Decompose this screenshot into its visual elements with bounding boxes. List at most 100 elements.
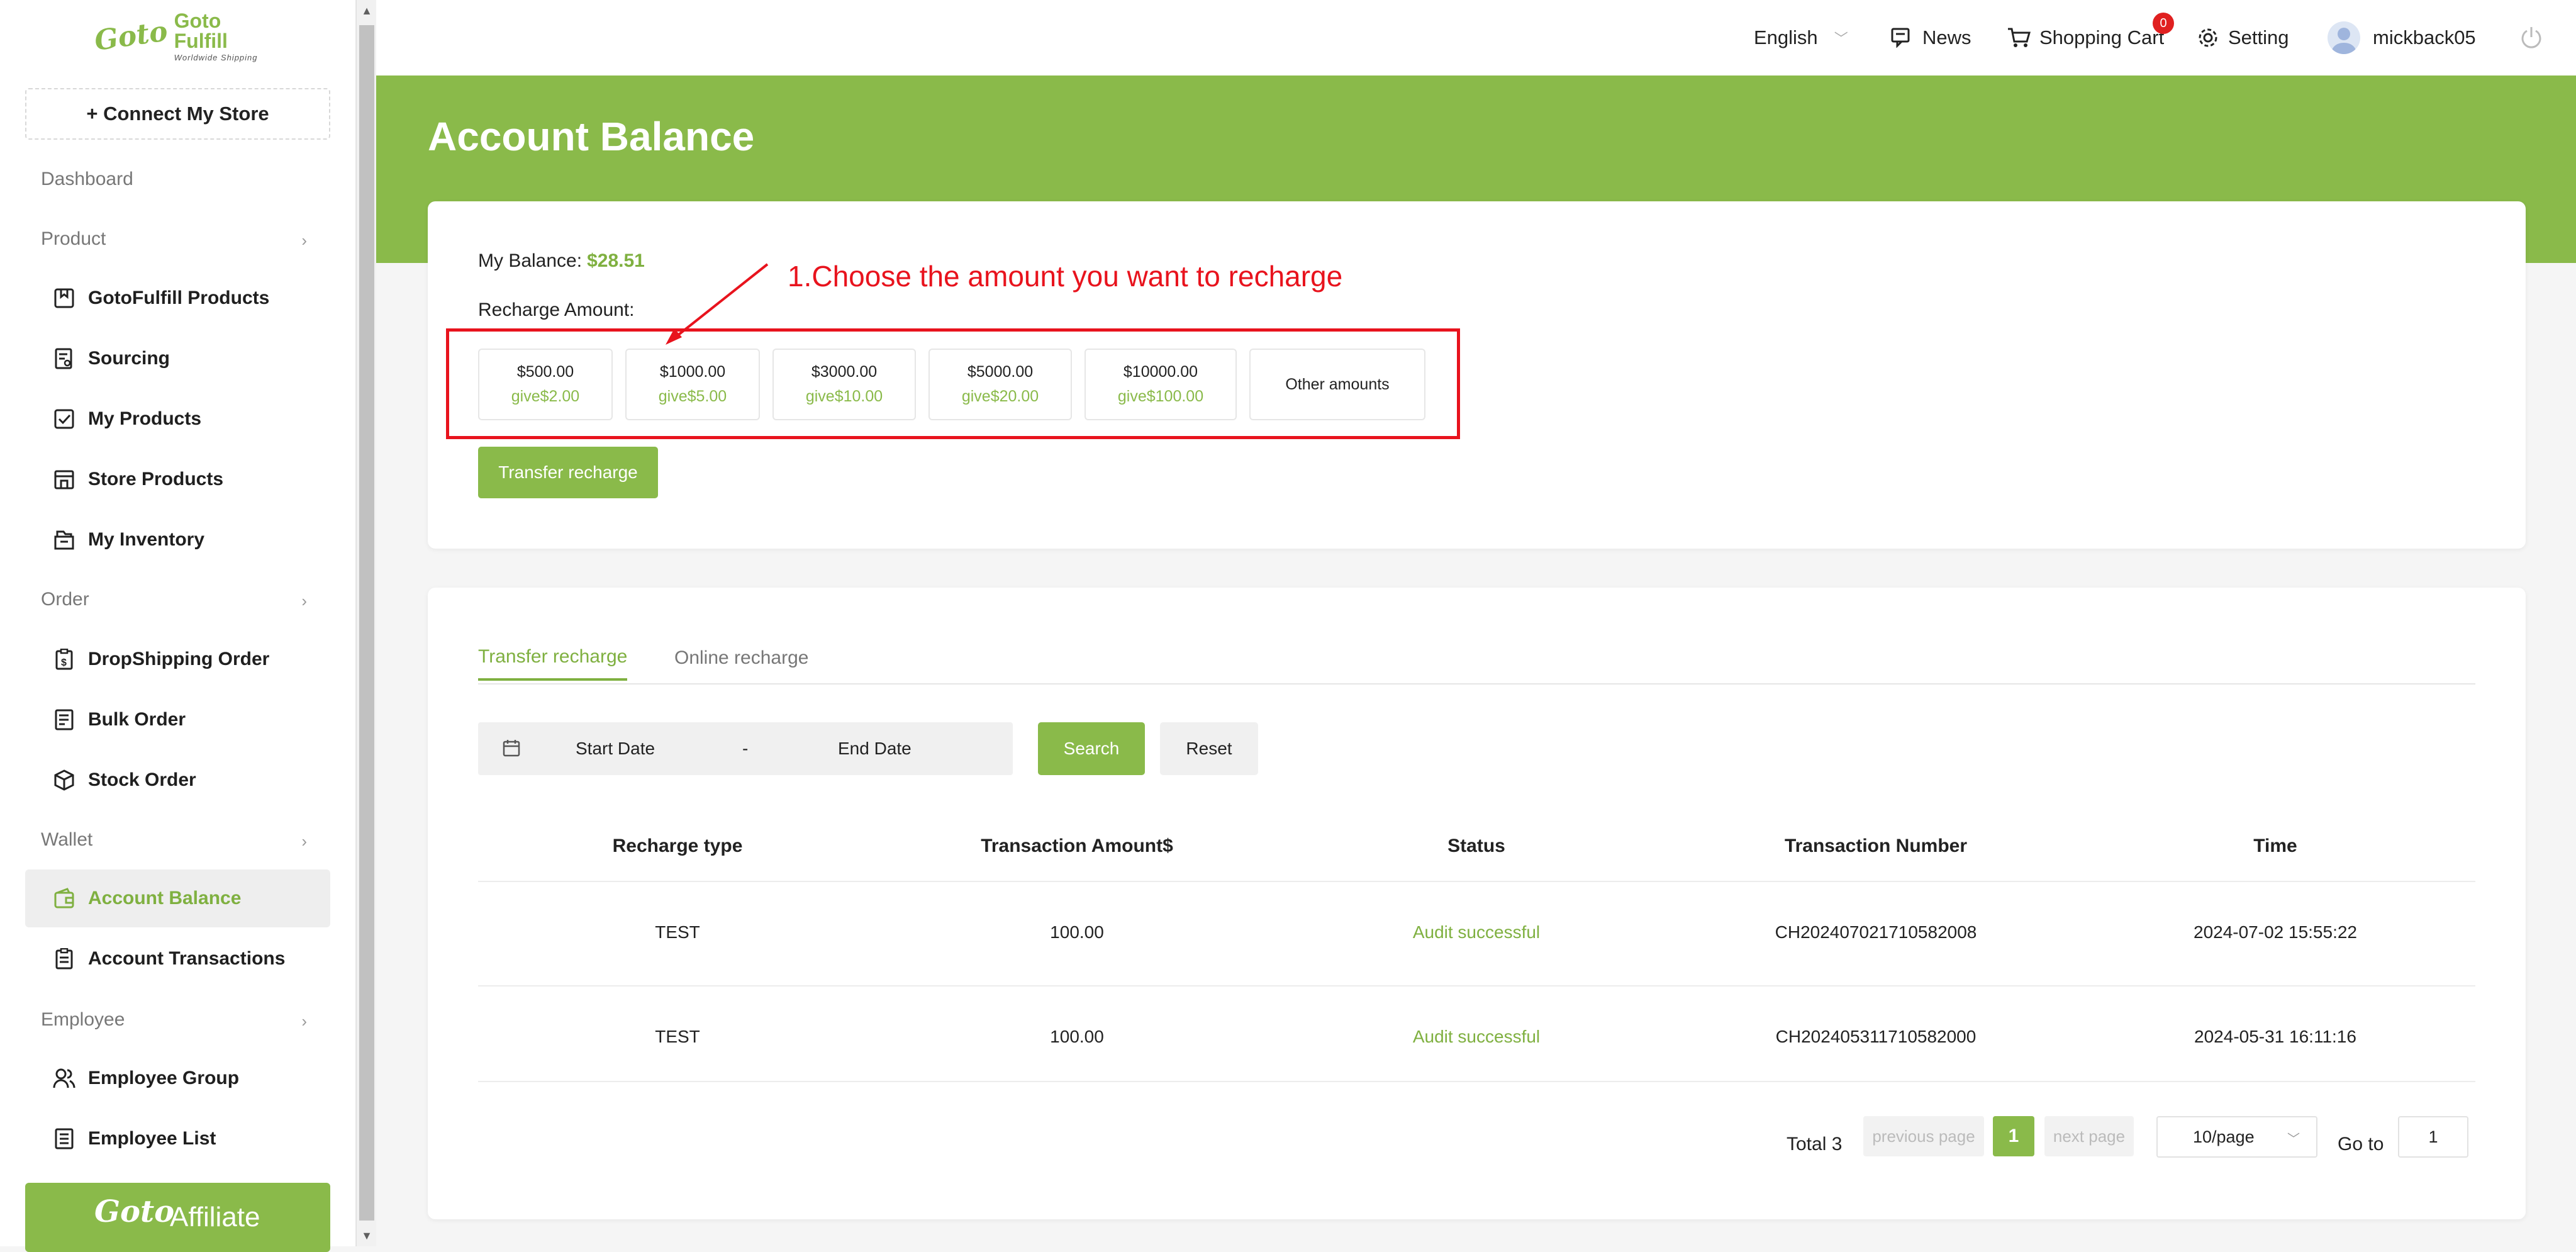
cube-icon <box>52 768 77 793</box>
chevron-right-icon: › <box>301 1012 307 1031</box>
column-header-amount: Transaction Amount$ <box>981 836 1173 856</box>
users-icon <box>52 1066 77 1091</box>
start-date-input[interactable]: Start Date <box>576 739 655 759</box>
transfer-recharge-button[interactable]: Transfer recharge <box>478 447 658 498</box>
bookmark-box-icon <box>52 286 77 311</box>
reset-button[interactable]: Reset <box>1160 722 1258 775</box>
group-label: Employee <box>41 1009 125 1030</box>
sidebar-item-dropshipping-order[interactable]: $ DropShipping Order <box>25 630 330 688</box>
page-size-select[interactable]: 10/page ﹀ <box>2156 1116 2317 1158</box>
cart-count-badge: 0 <box>2153 13 2174 34</box>
sidebar-item-account-transactions[interactable]: Account Transactions <box>25 930 330 988</box>
document-icon <box>52 707 77 732</box>
scroll-thumb[interactable] <box>359 25 374 1221</box>
news-label: News <box>1922 26 1971 48</box>
column-header-transaction-number: Transaction Number <box>1784 836 1968 856</box>
clipboard-dollar-icon: $ <box>52 647 77 672</box>
previous-page-button[interactable]: previous page <box>1863 1116 1984 1156</box>
next-page-button[interactable]: next page <box>2044 1116 2134 1156</box>
sidebar-item-label: GotoFulfill Products <box>88 288 270 308</box>
tab-online-recharge[interactable]: Online recharge <box>674 635 808 681</box>
sidebar-item-label: Employee List <box>88 1128 216 1149</box>
table-divider <box>478 1081 2475 1082</box>
dashboard-label: Dashboard <box>41 169 133 189</box>
group-label: Product <box>41 228 106 249</box>
logo-tagline: Worldwide Shipping <box>174 52 258 62</box>
connect-store-button[interactable]: + Connect My Store <box>25 88 330 140</box>
date-range-picker[interactable]: Start Date - End Date <box>478 722 1013 775</box>
cell-status: Audit successful <box>1412 922 1541 942</box>
store-icon <box>52 467 77 492</box>
checkbox-icon <box>52 406 77 432</box>
sidebar-group-employee[interactable]: Employee › <box>0 998 356 1042</box>
chevron-right-icon: › <box>301 832 307 851</box>
page-number-current[interactable]: 1 <box>1993 1116 2034 1156</box>
sidebar-item-store-products[interactable]: Store Products <box>25 450 330 508</box>
top-bar: English ﹀ News Shopping Cart 0 Setting m… <box>376 0 2576 75</box>
sidebar-group-order[interactable]: Order › <box>0 578 356 622</box>
sidebar-item-label: Store Products <box>88 469 224 489</box>
brand-logo[interactable]: Goto Goto Fulfill Worldwide Shipping <box>92 11 258 62</box>
tab-divider <box>478 683 2475 685</box>
scroll-up-icon[interactable]: ▲ <box>357 0 377 21</box>
goto-page-input[interactable]: 1 <box>2398 1116 2468 1158</box>
setting-link[interactable]: Setting <box>2197 0 2289 75</box>
sidebar-item-dashboard[interactable]: Dashboard <box>0 157 356 201</box>
sidebar-item-label: Employee Group <box>88 1068 240 1088</box>
inventory-box-icon <box>52 527 77 552</box>
logout-power-icon[interactable] <box>2519 0 2544 75</box>
search-button[interactable]: Search <box>1038 722 1145 775</box>
sidebar-item-label: Account Transactions <box>88 948 286 969</box>
gear-icon <box>2197 26 2219 49</box>
sidebar-item-my-inventory[interactable]: My Inventory <box>25 511 330 569</box>
cart-icon <box>2007 27 2031 48</box>
language-value: English <box>1754 26 1818 48</box>
table-divider <box>478 985 2475 987</box>
sidebar-item-label: Sourcing <box>88 348 170 369</box>
scroll-down-icon[interactable]: ▼ <box>357 1225 377 1246</box>
sidebar-item-employee-group[interactable]: Employee Group <box>25 1049 330 1107</box>
sidebar-item-my-products[interactable]: My Products <box>25 390 330 448</box>
calendar-icon <box>502 739 521 762</box>
sidebar-item-account-balance[interactable]: Account Balance <box>25 869 330 927</box>
recharge-history-card: Transfer recharge Online recharge Start … <box>428 588 2526 1219</box>
column-header-recharge-type: Recharge type <box>612 836 743 856</box>
chat-icon <box>1891 28 1914 48</box>
svg-text:$: $ <box>61 657 67 668</box>
range-separator: - <box>742 739 749 758</box>
pagination-total: Total 3 <box>1787 1134 1843 1154</box>
sidebar-item-sourcing[interactable]: Sourcing <box>25 330 330 388</box>
column-header-time: Time <box>2253 836 2297 856</box>
user-menu[interactable]: mickback05 <box>2328 0 2476 75</box>
group-label: Order <box>41 589 89 610</box>
sidebar-group-product[interactable]: Product › <box>0 217 356 261</box>
language-select[interactable]: English ﹀ <box>1754 0 1848 75</box>
page-size-value: 10/page <box>2193 1127 2255 1146</box>
sidebar-scrollbar[interactable]: ▲ ▼ <box>356 0 376 1246</box>
sidebar-group-wallet[interactable]: Wallet › <box>0 818 356 862</box>
chevron-down-icon: ﹀ <box>2287 1132 2300 1146</box>
table-divider <box>478 881 2475 882</box>
cell-recharge-type: TEST <box>655 1027 700 1046</box>
sidebar-item-label: My Inventory <box>88 529 205 550</box>
column-header-status: Status <box>1447 836 1505 856</box>
sidebar: Goto Goto Fulfill Worldwide Shipping + C… <box>0 0 356 1252</box>
shopping-cart-link[interactable]: Shopping Cart 0 <box>2007 0 2174 75</box>
cell-amount: 100.00 <box>1050 1027 1104 1046</box>
news-link[interactable]: News <box>1891 0 1971 75</box>
end-date-input[interactable]: End Date <box>838 739 912 759</box>
cell-transaction-number: CH202407021710582008 <box>1775 922 1977 942</box>
setting-label: Setting <box>2228 26 2289 48</box>
sidebar-item-gotofulfill-products[interactable]: GotoFulfill Products <box>25 269 330 327</box>
sidebar-item-stock-order[interactable]: Stock Order <box>25 751 330 809</box>
tab-transfer-recharge[interactable]: Transfer recharge <box>478 635 628 681</box>
cart-label: Shopping Cart <box>2039 26 2165 48</box>
affiliate-button[interactable]: Goto Affiliate <box>25 1183 330 1252</box>
document-search-icon <box>52 346 77 371</box>
chevron-down-icon: ﹀ <box>1834 31 1848 47</box>
balance-card: My Balance: $28.51 Recharge Amount: $500.… <box>428 201 2526 549</box>
sidebar-item-employee-list[interactable]: Employee List <box>25 1110 330 1168</box>
sidebar-item-bulk-order[interactable]: Bulk Order <box>25 691 330 749</box>
affiliate-label: Affiliate <box>170 1202 260 1232</box>
logo-mark: Goto <box>92 14 170 57</box>
